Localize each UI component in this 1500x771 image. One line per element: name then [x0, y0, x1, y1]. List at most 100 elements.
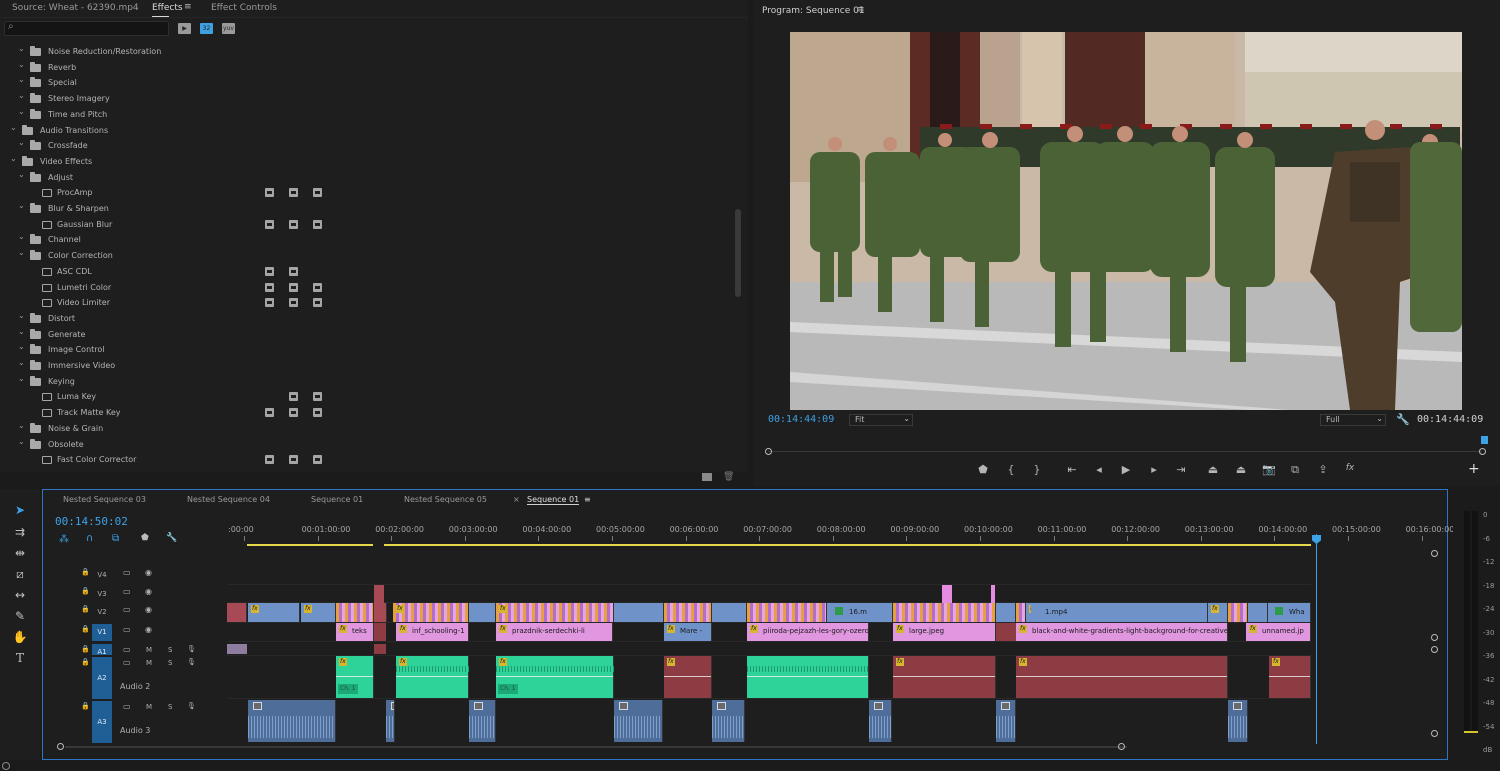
a1-clip[interactable] — [227, 644, 247, 654]
v1-clip[interactable]: fx large.jpeg — [893, 623, 996, 641]
vertical-scroll-top-handle[interactable] — [1431, 550, 1438, 557]
timeline-ruler[interactable]: :00:00 00:01:00:00 00:02:00:00 00:03:00:00 0… — [228, 520, 1454, 546]
timeline-tab[interactable]: Sequence 01 — [527, 495, 580, 505]
playback-resolution-select[interactable]: Full ⌄ — [1320, 414, 1386, 426]
sync-lock-icon[interactable]: ▭ — [123, 658, 131, 667]
effects-folder[interactable]: ⌄ Audio Transitions — [0, 123, 735, 138]
chevron-down-icon[interactable]: ⌄ — [18, 324, 25, 339]
sync-lock-icon[interactable]: ▭ — [123, 587, 131, 596]
camera-icon[interactable]: 📷 — [1262, 463, 1276, 476]
track-label[interactable]: A2 — [92, 657, 112, 699]
effects-folder[interactable]: ⌄ Image Control — [0, 342, 735, 357]
chevron-down-icon[interactable]: ⌄ — [18, 135, 25, 150]
a1-clip[interactable] — [374, 644, 386, 654]
a2-clip[interactable]: fx — [396, 656, 469, 698]
tab-effects[interactable]: Effects — [152, 3, 183, 17]
tab-source[interactable]: Source: Wheat - 62390.mp4 — [12, 3, 139, 13]
effect-item[interactable]: Lumetri Color — [0, 280, 735, 295]
effects-folder[interactable]: ⌄ Obsolete — [0, 437, 735, 452]
32bit-filter-icon[interactable]: 32 — [200, 23, 213, 34]
a3-clip[interactable] — [469, 700, 496, 742]
effect-item[interactable]: Video Limiter — [0, 295, 735, 310]
track-label[interactable]: V4 — [92, 567, 112, 584]
effects-folder[interactable]: ⌄ Video Effects — [0, 154, 735, 169]
trash-icon[interactable]: 🗑 — [723, 472, 734, 482]
timeline-tab[interactable]: Nested Sequence 03 — [63, 495, 146, 504]
track-label[interactable]: A3 — [92, 701, 112, 743]
v2-clip[interactable] — [469, 603, 496, 622]
effects-folder[interactable]: ⌄ Distort — [0, 311, 735, 326]
effects-folder[interactable]: ⌄ Noise & Grain — [0, 421, 735, 436]
volume-rubber-band[interactable] — [893, 676, 995, 677]
chevron-down-icon[interactable]: ⌄ — [18, 198, 25, 213]
hscroll-left-handle[interactable] — [57, 743, 64, 750]
lift-icon[interactable]: ⏏ — [1206, 463, 1220, 476]
linked-selection-icon[interactable]: ⧉ — [112, 533, 119, 544]
accelerated-effects-filter-icon[interactable]: ▶ — [178, 23, 191, 34]
a2-clip[interactable]: fx — [1269, 656, 1311, 698]
v2-clip-labelled[interactable]: Wha — [1271, 603, 1309, 622]
track-label[interactable]: A1 — [92, 644, 112, 656]
chevron-down-icon[interactable]: ⌄ — [18, 229, 25, 244]
a3-clip[interactable] — [712, 700, 745, 742]
lock-icon[interactable]: 🔒 — [81, 605, 90, 613]
effect-item[interactable]: ASC CDL — [0, 264, 735, 279]
close-tab-icon[interactable]: × — [513, 495, 520, 504]
eye-icon[interactable]: ◉ — [145, 568, 152, 577]
v1-clip[interactable]: fx unnamed.jp — [1246, 623, 1311, 641]
effects-scrollbar[interactable] — [735, 209, 741, 297]
effects-search-input[interactable]: ⌕ — [4, 21, 169, 36]
effects-folder[interactable]: ⌄ Reverb — [0, 60, 735, 75]
go-to-in-icon[interactable]: ⇤ — [1065, 463, 1079, 476]
vertical-scroll-mid-handle-2[interactable] — [1431, 646, 1438, 653]
v2-clip[interactable] — [227, 603, 247, 622]
eye-icon[interactable]: ◉ — [145, 587, 152, 596]
v1-clip[interactable]: fx piiroda-pejzazh-les-gory-ozero- — [747, 623, 869, 641]
out-point-icon[interactable]: } — [1030, 463, 1044, 476]
v2-clip-labelled[interactable]: 16.m — [833, 603, 869, 622]
volume-rubber-band[interactable] — [496, 676, 613, 677]
solo-button[interactable]: S — [168, 646, 172, 654]
eye-icon[interactable]: ◉ — [145, 605, 152, 614]
chevron-down-icon[interactable]: ⌄ — [10, 151, 17, 166]
chevron-down-icon[interactable]: ⌄ — [18, 41, 25, 56]
sync-lock-icon[interactable]: ▭ — [123, 625, 131, 634]
v2-clip-labelled[interactable]: 1.mp4 — [1031, 603, 1106, 622]
chevron-down-icon[interactable]: ⌄ — [18, 57, 25, 72]
v2-clip[interactable]: fx — [301, 603, 336, 622]
selection-tool-icon[interactable]: ➤ — [11, 503, 29, 519]
v3-clip[interactable] — [374, 585, 384, 603]
chevron-down-icon[interactable]: ⌄ — [18, 88, 25, 103]
timeline-tab[interactable]: Sequence 01 — [311, 495, 363, 504]
v1-clip[interactable]: fx prazdnik-serdechki-li — [496, 623, 613, 641]
pen-tool-icon[interactable]: ✎ — [11, 609, 29, 625]
microphone-icon[interactable]: 🎙 — [187, 702, 196, 710]
vertical-scroll-mid-handle[interactable] — [1431, 634, 1438, 641]
sync-lock-icon[interactable]: ▭ — [123, 645, 131, 654]
horizontal-scrollbar[interactable] — [57, 743, 1429, 751]
sync-lock-icon[interactable]: ▭ — [123, 702, 131, 711]
tab-effect-controls[interactable]: Effect Controls — [211, 3, 277, 13]
effects-folder[interactable]: ⌄ Time and Pitch — [0, 107, 735, 122]
export-frame-icon[interactable]: ⇪ — [1316, 463, 1330, 476]
add-marker-icon[interactable]: ⬟ — [141, 533, 149, 543]
step-back-icon[interactable]: ◂ — [1092, 463, 1106, 476]
v1-clip[interactable] — [996, 623, 1016, 641]
volume-rubber-band[interactable] — [664, 676, 711, 677]
compare-icon[interactable]: ⧉ — [1288, 463, 1302, 477]
chevron-down-icon[interactable]: ⌄ — [18, 104, 25, 119]
program-playhead[interactable] — [1481, 436, 1488, 444]
marker-icon[interactable]: ⬟ — [976, 463, 990, 476]
timeline-playhead-timecode[interactable]: 00:14:50:02 — [55, 515, 128, 528]
solo-button[interactable]: S — [168, 659, 172, 667]
a2-clip[interactable]: fx Ch. 1 — [336, 656, 374, 698]
track-label[interactable]: V1 — [92, 624, 112, 641]
fx-icon[interactable]: fx — [1343, 463, 1357, 473]
v1-clip[interactable]: fx black-and-white-gradients-light-backgr… — [1016, 623, 1228, 641]
solo-button[interactable]: S — [168, 703, 172, 711]
v1-clip[interactable]: fx teks — [336, 623, 374, 641]
razor-tool-icon[interactable]: ⧄ — [11, 567, 29, 583]
chevron-down-icon[interactable]: ⌄ — [18, 308, 25, 323]
panel-menu-icon[interactable]: ≡ — [584, 495, 591, 504]
microphone-icon[interactable]: 🎙 — [187, 645, 196, 653]
